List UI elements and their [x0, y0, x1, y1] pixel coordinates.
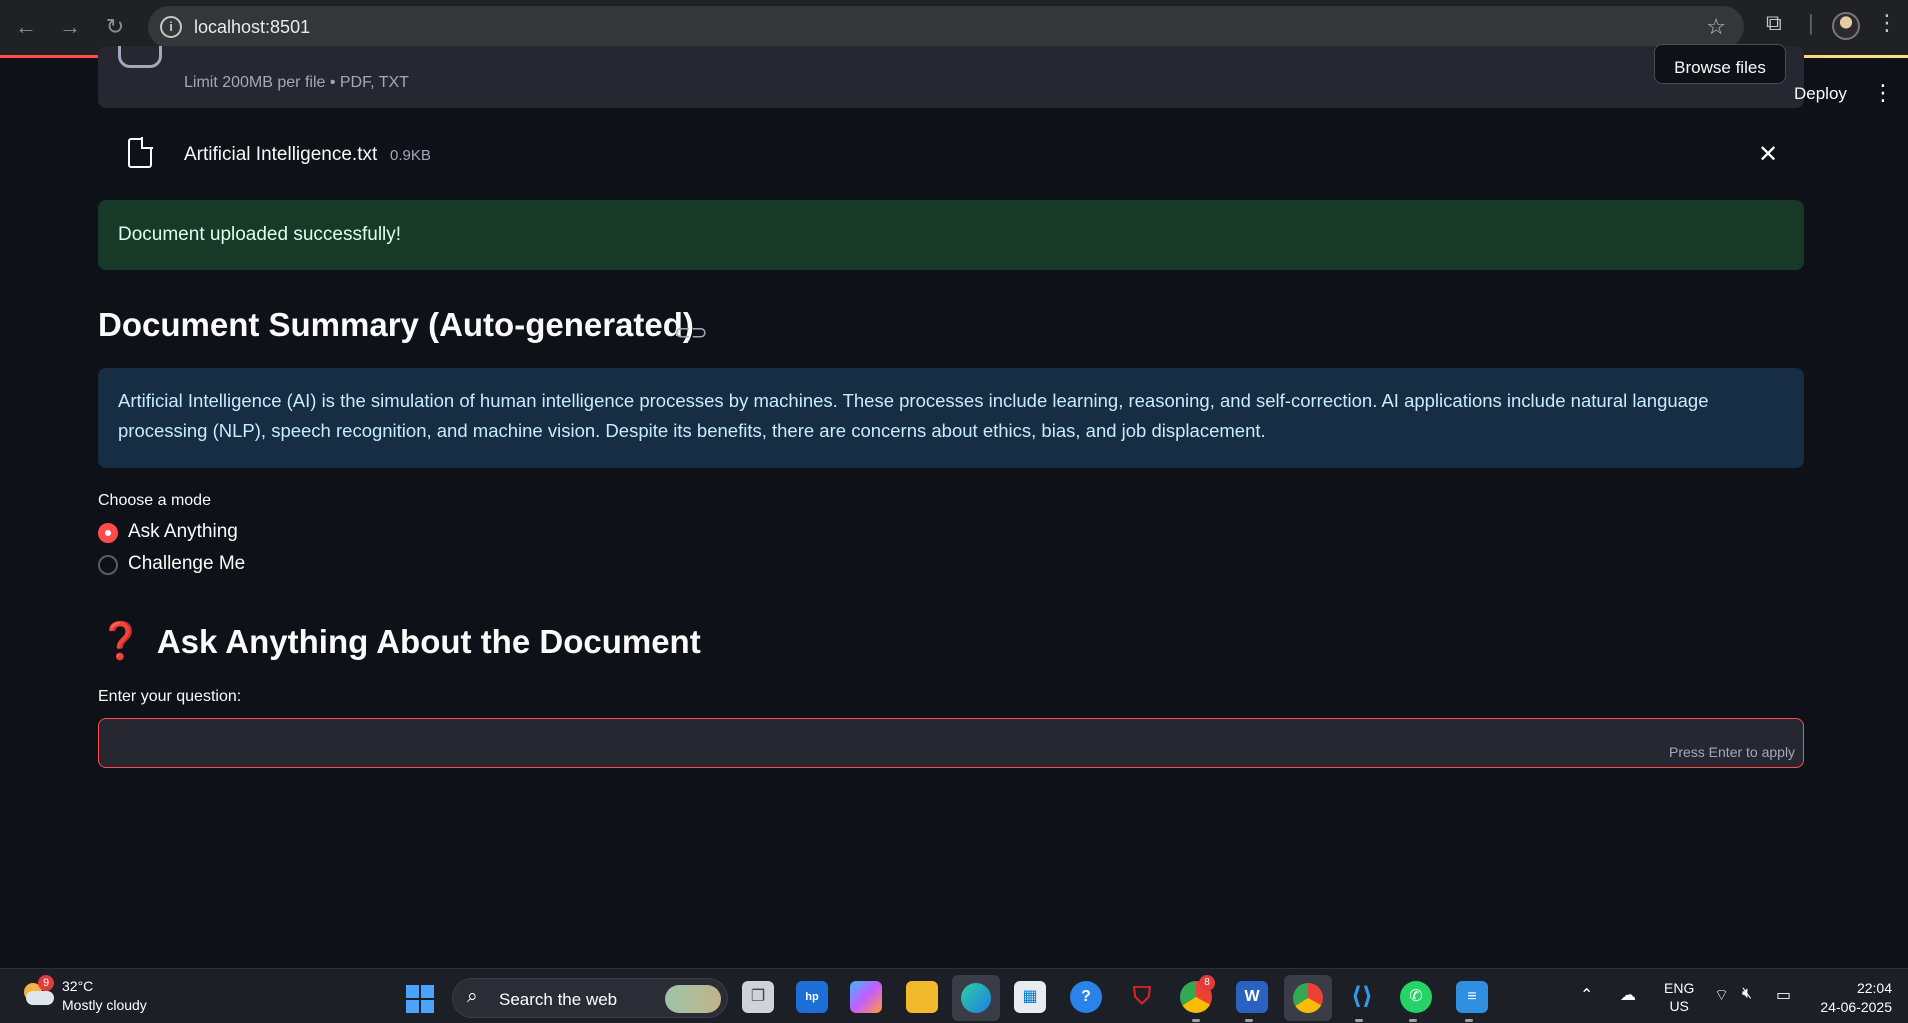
- running-indicator: [1192, 1019, 1200, 1022]
- radio-unselected-icon[interactable]: [98, 555, 118, 575]
- url-text[interactable]: localhost:8501: [194, 17, 310, 38]
- browser-menu-icon[interactable]: ⋮: [1876, 10, 1898, 36]
- language-indicator[interactable]: ENG US: [1664, 979, 1694, 1015]
- uploaded-file-row: Artificial Intelligence.txt 0.9KB ✕: [98, 126, 1804, 182]
- summary-heading: Document Summary (Auto-generated): [98, 306, 694, 343]
- file-icon: [128, 137, 153, 168]
- forward-icon[interactable]: →: [56, 13, 84, 41]
- running-indicator: [1409, 1019, 1417, 1022]
- summary-text: Artificial Intelligence (AI) is the simu…: [118, 390, 1709, 441]
- search-icon: ⌕: [467, 986, 478, 1007]
- upload-cloud-icon: [118, 46, 162, 68]
- search-text[interactable]: Search the web: [499, 990, 617, 1010]
- file-explorer-icon[interactable]: [906, 981, 938, 1013]
- press-enter-hint: Press Enter to apply: [1669, 744, 1796, 760]
- address-bar[interactable]: i localhost:8501 ☆: [148, 6, 1744, 48]
- show-hidden-icons-chevron-icon[interactable]: ⌃: [1580, 985, 1593, 1005]
- lang-line1: ENG: [1664, 980, 1695, 996]
- chrome-badge: 8: [1199, 975, 1215, 991]
- streamlit-app: Limit 200MB per file • PDF, TXT Browse f…: [0, 44, 1908, 968]
- upload-limit-text: Limit 200MB per file • PDF, TXT: [184, 74, 409, 91]
- bookmark-star-icon[interactable]: ☆: [1706, 14, 1726, 40]
- remove-file-close-icon[interactable]: ✕: [1758, 140, 1778, 169]
- windows-taskbar: 9 32°C Mostly cloudy ⌕ Search the web ❐ …: [0, 968, 1908, 1023]
- question-input[interactable]: [98, 718, 1804, 768]
- copilot-icon[interactable]: [850, 981, 882, 1013]
- word-icon[interactable]: W: [1236, 981, 1268, 1013]
- chrome-profile-icon[interactable]: [1284, 975, 1332, 1021]
- notepad-icon[interactable]: ≡: [1456, 981, 1488, 1013]
- edge-browser-icon[interactable]: [952, 975, 1000, 1021]
- battery-icon[interactable]: ▭: [1776, 985, 1791, 1005]
- profile-avatar[interactable]: [1832, 12, 1860, 40]
- ask-heading-text: Ask Anything About the Document: [156, 623, 701, 660]
- search-highlight-image: [665, 985, 721, 1013]
- lang-line2: US: [1669, 998, 1689, 1014]
- clock-time: 22:04: [1856, 980, 1892, 996]
- question-label: Enter your question:: [98, 688, 242, 705]
- extensions-icon[interactable]: ⧉: [1766, 10, 1782, 36]
- running-indicator: [1465, 1019, 1473, 1022]
- store-icon[interactable]: ▦: [1014, 981, 1046, 1013]
- anchor-link-icon[interactable]: ⊂⊃: [674, 320, 708, 345]
- toolbar-divider: |: [1808, 10, 1814, 35]
- volume-muted-icon[interactable]: 🔇︎: [1742, 985, 1752, 1003]
- success-alert: Document uploaded successfully!: [98, 200, 1804, 270]
- radio-ask-anything[interactable]: Ask Anything: [98, 520, 398, 546]
- running-indicator: [1245, 1019, 1253, 1022]
- onedrive-icon[interactable]: ☁: [1620, 985, 1636, 1005]
- mcafee-icon[interactable]: ⛉: [1126, 981, 1158, 1013]
- hp-app-icon[interactable]: hp: [796, 981, 828, 1013]
- back-icon[interactable]: ←: [12, 13, 40, 41]
- radio-selected-icon[interactable]: [98, 523, 118, 543]
- main-menu-icon[interactable]: ⋮: [1872, 80, 1894, 106]
- radio-label[interactable]: Challenge Me: [128, 553, 245, 575]
- site-info-icon[interactable]: i: [160, 16, 182, 38]
- deploy-button[interactable]: Deploy: [1794, 84, 1847, 104]
- summary-info-box: Artificial Intelligence (AI) is the simu…: [98, 368, 1804, 468]
- help-icon[interactable]: ?: [1070, 981, 1102, 1013]
- vscode-icon[interactable]: ⟨⟩: [1346, 981, 1378, 1013]
- weather-badge: 9: [38, 975, 54, 991]
- file-size: 0.9KB: [390, 147, 431, 164]
- question-mark-icon: ❓: [98, 620, 143, 661]
- running-indicator: [1355, 1019, 1363, 1022]
- wifi-icon[interactable]: ⌔: [1714, 985, 1729, 1005]
- whatsapp-icon[interactable]: ✆: [1400, 981, 1432, 1013]
- success-message: Document uploaded successfully!: [118, 224, 402, 245]
- system-clock[interactable]: 22:04 24-06-2025: [1812, 979, 1892, 1017]
- task-view-icon[interactable]: ❐: [742, 981, 774, 1013]
- radio-label[interactable]: Ask Anything: [128, 521, 238, 543]
- windows-start-icon[interactable]: [406, 985, 434, 1013]
- file-uploader-dropzone[interactable]: Limit 200MB per file • PDF, TXT: [98, 46, 1804, 108]
- ask-heading: ❓ Ask Anything About the Document: [98, 620, 701, 662]
- mode-label: Choose a mode: [98, 492, 211, 509]
- reload-icon[interactable]: ↻: [101, 13, 129, 41]
- browse-files-button[interactable]: Browse files: [1654, 44, 1786, 84]
- temperature[interactable]: 32°C: [62, 978, 93, 994]
- radio-challenge-me[interactable]: Challenge Me: [98, 552, 398, 578]
- clock-date: 24-06-2025: [1820, 999, 1892, 1015]
- weather-description[interactable]: Mostly cloudy: [62, 997, 147, 1013]
- taskbar-search[interactable]: ⌕ Search the web: [452, 978, 728, 1018]
- file-name: Artificial Intelligence.txt: [184, 144, 378, 165]
